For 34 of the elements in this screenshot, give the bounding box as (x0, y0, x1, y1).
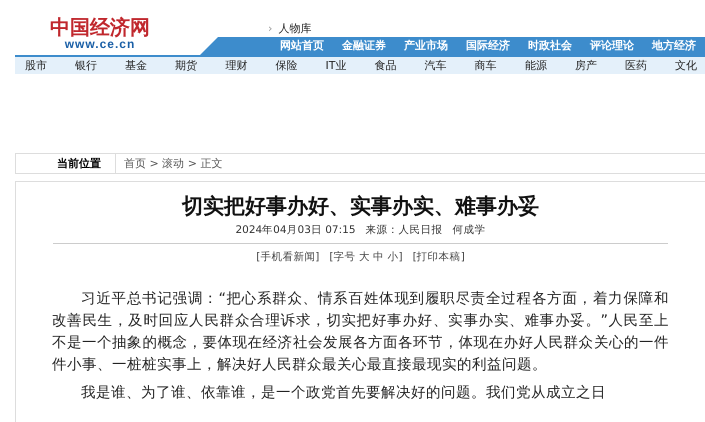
breadcrumb-path[interactable]: 首页 > 滚动 > 正文 (116, 156, 222, 171)
sub-nav-link[interactable]: 医药 (624, 57, 647, 74)
sub-nav-link[interactable]: 股市 (25, 57, 47, 74)
article-title: 切实把好事办好、实事办实、难事办妥 (182, 193, 539, 220)
main-nav-link[interactable]: 国际经济 (457, 37, 519, 55)
sub-nav-link[interactable]: 银行 (75, 57, 98, 74)
main-nav-link[interactable]: 时政社会 (519, 37, 581, 55)
sub-nav-link[interactable]: 房产 (574, 57, 597, 74)
sub-nav-link[interactable]: 能源 (524, 57, 547, 74)
article-paragraph: 我是谁、为了谁、依靠谁，是一个政党首先要解决好的问题。我们党从成立之日 (80, 384, 607, 403)
sub-nav-link[interactable]: 商车 (474, 57, 497, 74)
article-tool-link[interactable]: [字号 大 中 小] (329, 250, 403, 264)
main-nav-link[interactable]: 网站首页 (271, 37, 333, 55)
article-meta: 2024年04月03日 07:15 来源：人民日报 何成学 (235, 223, 486, 237)
article-paragraph: 习近平总书记强调：“把心系群众、情系百姓体现到履职尽责全过程各方面，着力保障和改善民生，及时回应人民群众合理诉求，切实把好事办好、实事办实、难事办妥。”人民至上不是一个抽象的概念，要体现在经济社会发展各方面各环节，体现在办好人民群众关心的一件件小事、一桩桩实事上，解决好人民群众最关心最直接最现实的利益问题。 (52, 290, 669, 375)
sub-nav-link[interactable]: 期货 (175, 57, 198, 74)
article-tool-link[interactable]: [打印本稿] (412, 250, 465, 264)
main-nav-link[interactable]: 地方经济 (643, 37, 705, 55)
logo-url[interactable]: www.ce.cn (64, 38, 136, 50)
main-nav-link[interactable]: 评论理论 (581, 37, 643, 55)
article-tool-link[interactable]: [手机看新闻] (256, 250, 320, 264)
main-nav-link[interactable]: 产业市场 (395, 37, 457, 55)
sub-nav-link[interactable]: 保险 (275, 57, 298, 74)
sub-nav-link[interactable]: 食品 (374, 57, 397, 74)
main-nav-link[interactable]: 金融证券 (333, 37, 395, 55)
channel-link[interactable]: 人物库 (278, 21, 312, 36)
sub-nav-link[interactable]: 文化 (674, 57, 697, 74)
logo-text[interactable]: 中国经济网 (50, 16, 150, 38)
chevron-icon: › (268, 22, 272, 35)
sub-nav-link[interactable]: IT业 (325, 57, 346, 74)
sub-nav-link[interactable]: 基金 (125, 57, 148, 74)
sub-nav-link[interactable]: 汽车 (424, 57, 447, 74)
breadcrumb-label: 当前位置 (16, 154, 116, 173)
sub-nav-link[interactable]: 理财 (225, 57, 248, 74)
